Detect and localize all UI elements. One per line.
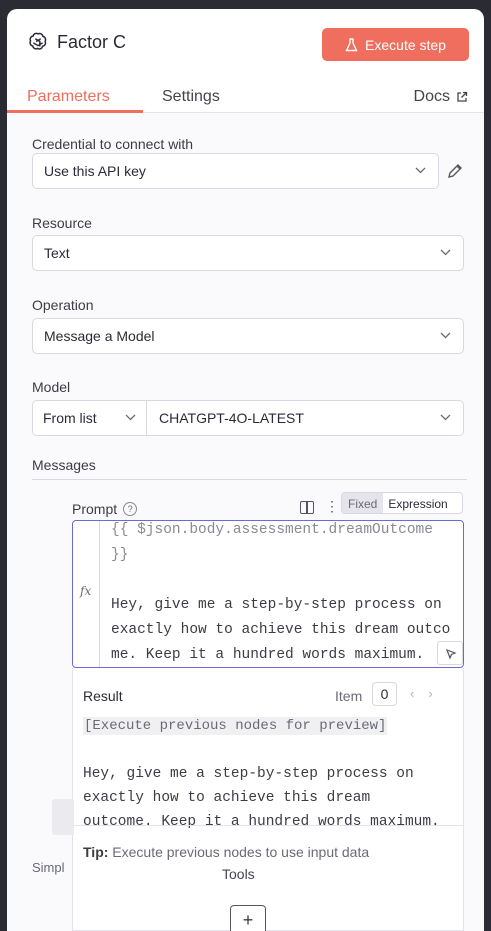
chevron-down-icon bbox=[125, 414, 136, 421]
result-panel: Result Item 0 ‹› [Execute previous nodes… bbox=[72, 668, 464, 931]
prompt-label-group: Prompt ? bbox=[72, 501, 138, 517]
cursor-icon bbox=[445, 648, 457, 660]
partial-option-label: Simpl bbox=[32, 860, 65, 875]
node-panel: Factor C Execute step Parameters Setting… bbox=[7, 9, 484, 931]
model-selector: From list CHATGPT-4O-LATEST bbox=[32, 400, 464, 436]
result-line: exactly how to achieve this dream bbox=[83, 790, 371, 806]
chevron-down-icon bbox=[440, 249, 451, 256]
preview-placeholder: [Execute previous nodes for preview] bbox=[83, 717, 388, 735]
chevron-down-icon bbox=[440, 414, 451, 421]
flask-icon bbox=[345, 37, 358, 51]
toggle-fixed[interactable]: Fixed bbox=[342, 493, 384, 513]
code-line: me. Keep it a hundred words maximum. bbox=[111, 647, 425, 663]
docs-label: Docs bbox=[413, 88, 450, 105]
operation-select[interactable]: Message a Model bbox=[32, 318, 464, 354]
fixed-expression-toggle[interactable]: Fixed Expression bbox=[341, 492, 463, 514]
result-text: Hey, give me a step-by-step process on e… bbox=[83, 762, 440, 834]
credential-value: Use this API key bbox=[44, 163, 146, 179]
model-mode-value: From list bbox=[43, 410, 97, 426]
fx-icon: fx bbox=[80, 584, 92, 598]
fx-gutter: fx bbox=[73, 521, 100, 667]
edit-credential-icon[interactable] bbox=[446, 162, 464, 180]
tools-label: Tools bbox=[222, 866, 255, 882]
model-mode-select[interactable]: From list bbox=[33, 401, 147, 435]
chevron-down-icon bbox=[415, 167, 426, 174]
execute-step-label: Execute step bbox=[365, 36, 446, 53]
messages-label: Messages bbox=[32, 457, 96, 473]
code-line: {{ $json.body.assessment.dreamOutcome bbox=[111, 522, 433, 538]
prompt-code[interactable]: {{ $json.body.assessment.dreamOutcome }}… bbox=[111, 521, 451, 667]
resource-select[interactable]: Text bbox=[32, 235, 464, 271]
parameters-content: Credential to connect with Use this API … bbox=[7, 113, 484, 931]
drag-data-icon[interactable] bbox=[437, 641, 463, 665]
help-icon[interactable]: ? bbox=[123, 502, 138, 516]
prompt-expression-editor[interactable]: fx {{ $json.body.assessment.dreamOutcome… bbox=[72, 520, 464, 668]
item-index-input[interactable]: 0 bbox=[372, 682, 397, 706]
credential-select[interactable]: Use this API key bbox=[32, 153, 439, 189]
title-group: Factor C bbox=[27, 31, 126, 53]
external-link-icon bbox=[457, 91, 468, 102]
code-line: exactly how to achieve this dream outco bbox=[111, 622, 451, 638]
node-header: Factor C Execute step bbox=[7, 9, 484, 77]
open-editor-icon[interactable] bbox=[300, 501, 314, 514]
tip-body: Execute previous nodes to use input data bbox=[108, 844, 370, 860]
result-title: Result bbox=[83, 688, 123, 704]
chevron-down-icon bbox=[440, 332, 451, 339]
tab-bar: Parameters Settings Docs bbox=[7, 77, 484, 113]
item-label: Item bbox=[335, 688, 363, 704]
item-nav-arrows[interactable]: ‹› bbox=[410, 686, 447, 701]
tab-settings[interactable]: Settings bbox=[162, 88, 220, 106]
tip-bold: Tip: bbox=[83, 844, 109, 860]
tab-parameters[interactable]: Parameters bbox=[27, 88, 110, 106]
node-title: Factor C bbox=[57, 31, 127, 52]
model-label: Model bbox=[32, 379, 71, 395]
result-line: Hey, give me a step-by-step process on bbox=[83, 766, 414, 782]
execute-step-button[interactable]: Execute step bbox=[322, 28, 469, 61]
add-tool-button[interactable]: + bbox=[230, 905, 266, 931]
hidden-field-edge bbox=[52, 799, 74, 835]
messages-divider bbox=[32, 479, 467, 480]
model-value-select[interactable]: CHATGPT-4O-LATEST bbox=[147, 401, 463, 435]
credential-label: Credential to connect with bbox=[32, 136, 194, 152]
toggle-expression[interactable]: Expression bbox=[383, 493, 452, 513]
result-line: outcome. Keep it a hundred words maximum… bbox=[83, 814, 440, 830]
prompt-label: Prompt bbox=[72, 501, 118, 517]
code-line: Hey, give me a step-by-step process on bbox=[111, 597, 442, 613]
resource-value: Text bbox=[44, 245, 70, 261]
tip-text: Tip: Execute previous nodes to use input… bbox=[83, 844, 369, 860]
openai-logo-icon bbox=[29, 32, 47, 50]
model-value: CHATGPT-4O-LATEST bbox=[159, 410, 304, 426]
code-line: }} bbox=[111, 547, 129, 563]
tip-divider bbox=[73, 825, 463, 826]
operation-value: Message a Model bbox=[44, 328, 155, 344]
more-options-icon[interactable]: ⋮ bbox=[325, 498, 339, 515]
resource-label: Resource bbox=[32, 215, 92, 231]
operation-label: Operation bbox=[32, 297, 94, 313]
docs-link[interactable]: Docs bbox=[414, 88, 468, 106]
